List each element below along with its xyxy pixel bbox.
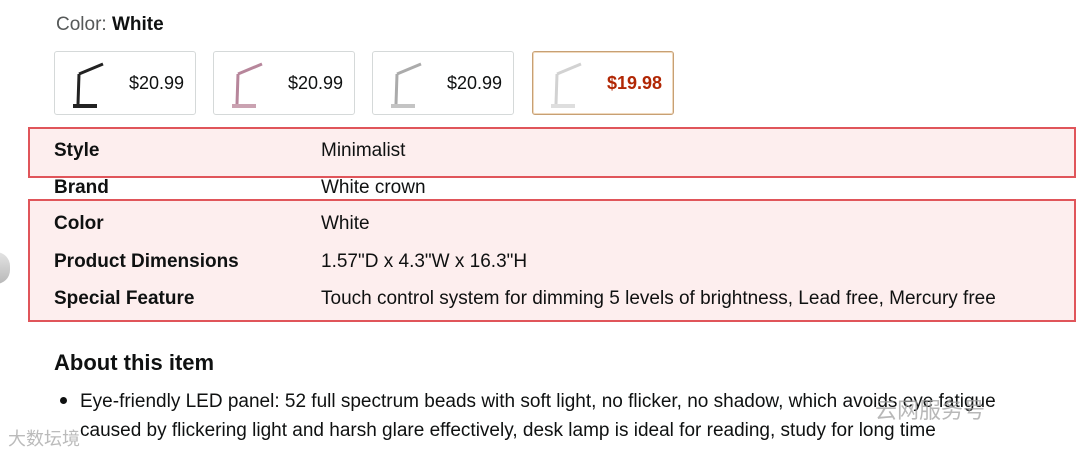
spec-value: White: [321, 213, 370, 234]
spec-key: Style: [54, 140, 100, 161]
swatch-price: $20.99: [288, 73, 344, 93]
color-label-text: Color:: [56, 14, 107, 35]
white-desk-lamp-thumbnail: [551, 62, 582, 108]
spec-value: 1.57"D x 4.3"W x 16.3"H: [321, 251, 528, 272]
swatch-price: $19.98: [607, 73, 663, 93]
silver-desk-lamp-thumbnail: [391, 62, 422, 108]
color-selector-label: Color: White: [56, 14, 164, 36]
spec-key: Product Dimensions: [54, 251, 239, 272]
spec-key: Special Feature: [54, 288, 195, 309]
color-swatch-rose[interactable]: $20.99: [213, 51, 355, 115]
color-swatch-white-selected[interactable]: $19.98: [532, 51, 674, 115]
highlight-box-style: [28, 127, 1076, 178]
spec-key: Color: [54, 213, 104, 234]
spec-key: Brand: [54, 177, 109, 198]
about-this-item-heading: About this item: [54, 350, 215, 375]
swatch-price: $20.99: [447, 73, 503, 93]
rose-desk-lamp-thumbnail: [232, 62, 263, 108]
side-scroll-widget[interactable]: [0, 252, 10, 284]
color-swatch-black[interactable]: $20.99: [54, 51, 196, 115]
watermark-left: 大数坛境: [8, 429, 80, 450]
color-swatch-silver[interactable]: $20.99: [372, 51, 514, 115]
swatch-price: $20.99: [129, 73, 185, 93]
selected-color-value: White: [111, 14, 164, 35]
watermark-right: 云网服务号: [875, 399, 986, 424]
bullet-dot-icon: [60, 397, 67, 404]
spec-value: White crown: [321, 177, 426, 198]
spec-value: Touch control system for dimming 5 level…: [321, 288, 996, 309]
spec-value: Minimalist: [321, 140, 406, 161]
black-desk-lamp-thumbnail: [73, 62, 104, 108]
